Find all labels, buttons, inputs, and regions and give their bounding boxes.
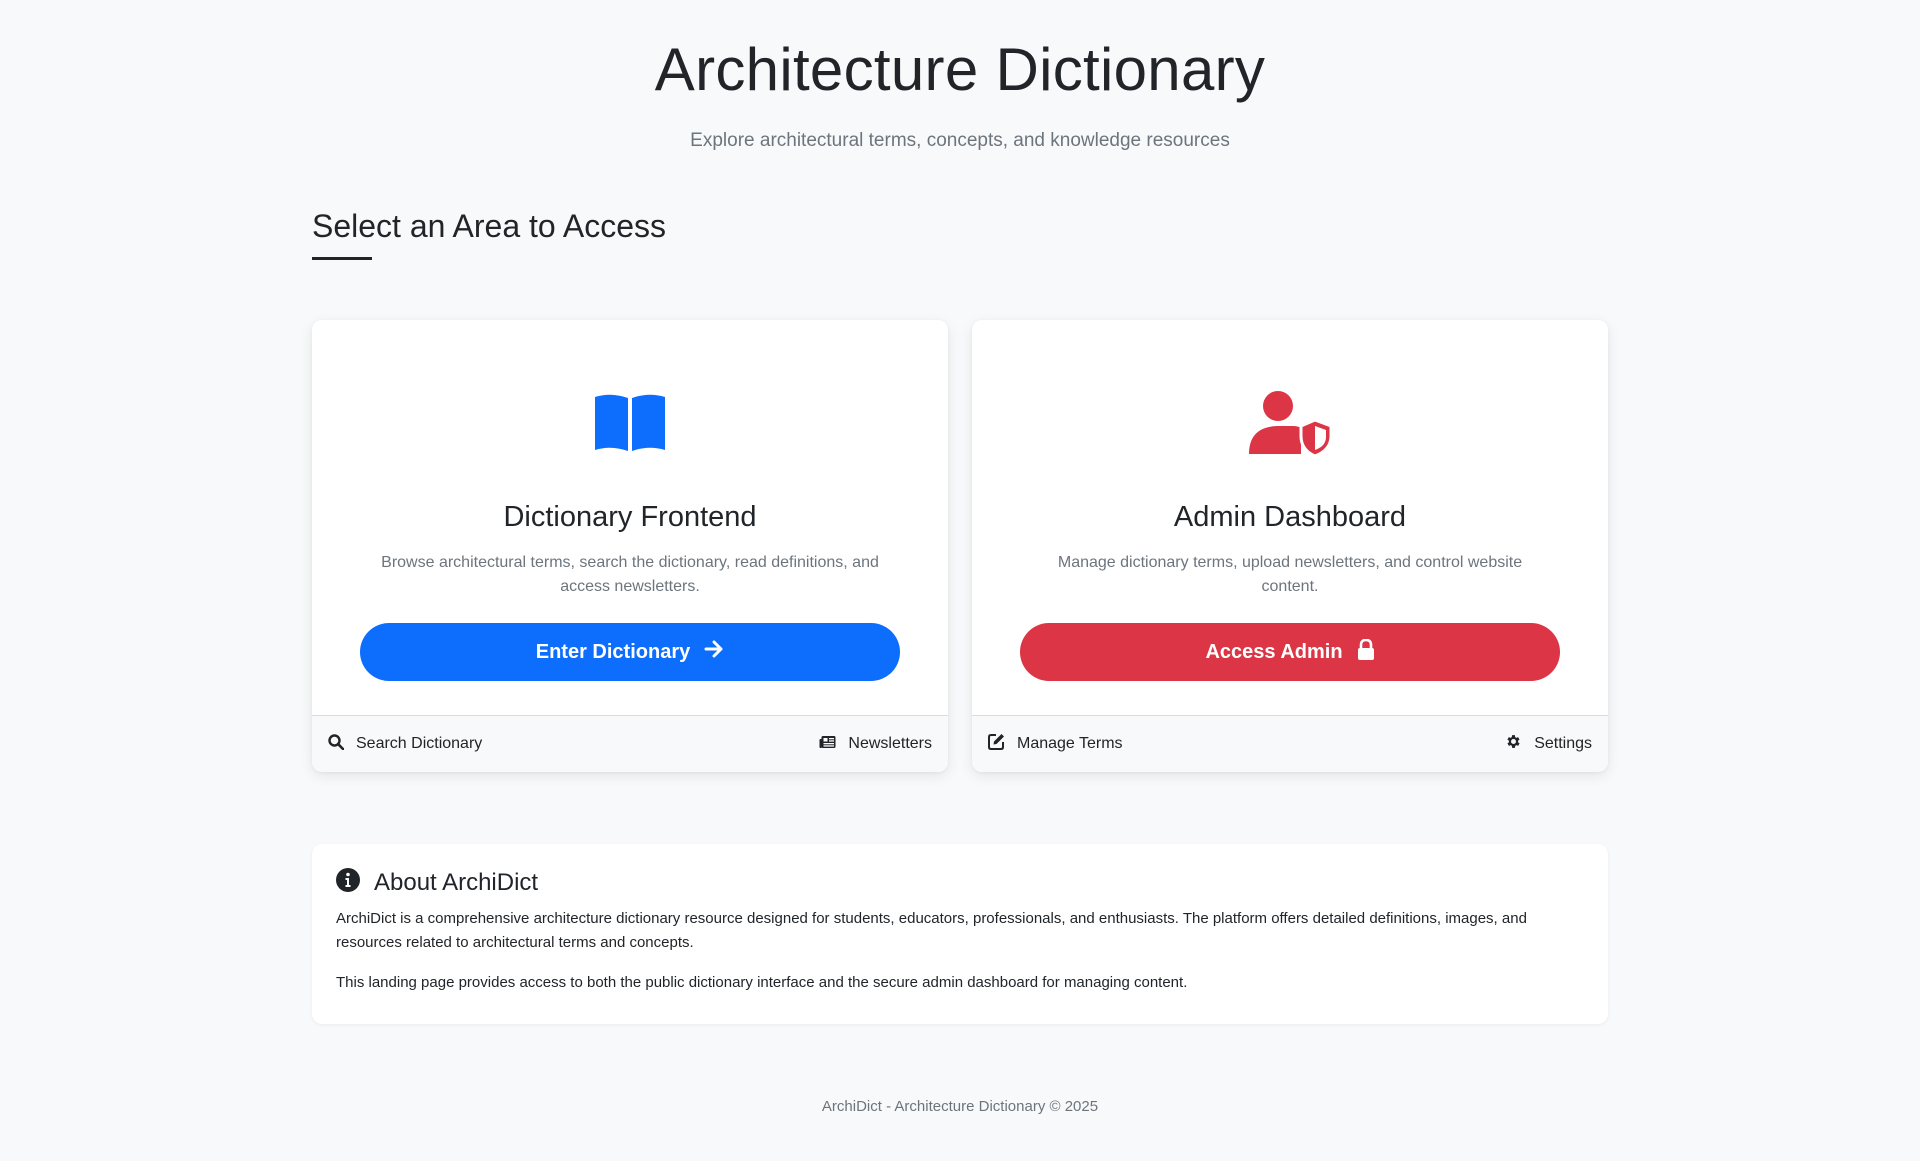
link-label: Newsletters (848, 735, 932, 752)
card-title: Dictionary Frontend (503, 501, 757, 533)
newsletters-link[interactable]: Newsletters (819, 735, 932, 754)
landing-page: Architecture Dictionary Explore architec… (0, 0, 1920, 1161)
site-footer: ArchiDict - Architecture Dictionary © 20… (821, 1098, 1099, 1115)
search-dictionary-link[interactable]: Search Dictionary (328, 733, 483, 755)
card-description: Manage dictionary terms, upload newslett… (1057, 554, 1523, 595)
manage-terms-link[interactable]: Manage Terms (988, 733, 1123, 755)
arrow-right-icon (704, 640, 724, 664)
card-title: Admin Dashboard (1173, 501, 1407, 533)
admin-dashboard-card: Admin Dashboard Manage dictionary terms,… (972, 320, 1608, 772)
dictionary-frontend-card: Dictionary Frontend Browse architectural… (312, 320, 948, 772)
button-label: Access Admin (1205, 640, 1343, 663)
edit-icon (988, 733, 1005, 755)
card-description: Browse architectural terms, search the d… (381, 554, 879, 595)
about-section: About ArchiDict ArchiDict is a comprehen… (312, 844, 1608, 1024)
access-admin-button[interactable]: Access Admin (1020, 623, 1560, 681)
newspaper-icon (819, 735, 836, 754)
link-label: Manage Terms (1017, 735, 1123, 752)
info-circle-icon (336, 868, 360, 897)
site-subtitle: Explore architectural terms, concepts, a… (690, 130, 1230, 151)
card-body: Admin Dashboard Manage dictionary terms,… (972, 320, 1608, 715)
about-header: About ArchiDict (336, 868, 1584, 897)
card-footer: Manage Terms Settings (972, 715, 1608, 772)
enter-dictionary-button[interactable]: Enter Dictionary (360, 623, 900, 681)
about-paragraph: ArchiDict is a comprehensive architectur… (336, 910, 1527, 951)
button-label: Enter Dictionary (535, 640, 691, 663)
gear-icon (1505, 733, 1522, 755)
access-cards: Dictionary Frontend Browse architectural… (312, 320, 1608, 772)
open-book-icon (360, 384, 900, 462)
link-label: Settings (1534, 735, 1592, 752)
site-title: Architecture Dictionary (654, 36, 1266, 103)
site-header: Architecture Dictionary Explore architec… (0, 0, 1920, 152)
section-heading: Select an Area to Access (312, 208, 1608, 260)
card-body: Dictionary Frontend Browse architectural… (312, 320, 948, 715)
about-title: About ArchiDict (374, 868, 539, 896)
user-shield-icon (1020, 384, 1560, 462)
settings-link[interactable]: Settings (1505, 733, 1592, 755)
lock-icon (1357, 638, 1375, 666)
link-label: Search Dictionary (356, 735, 483, 752)
card-footer: Search Dictionary Newsletters (312, 715, 948, 772)
about-paragraph: This landing page provides access to bot… (336, 974, 1188, 991)
section-underline (312, 257, 372, 260)
section-title: Select an Area to Access (312, 208, 666, 244)
search-icon (328, 733, 345, 755)
